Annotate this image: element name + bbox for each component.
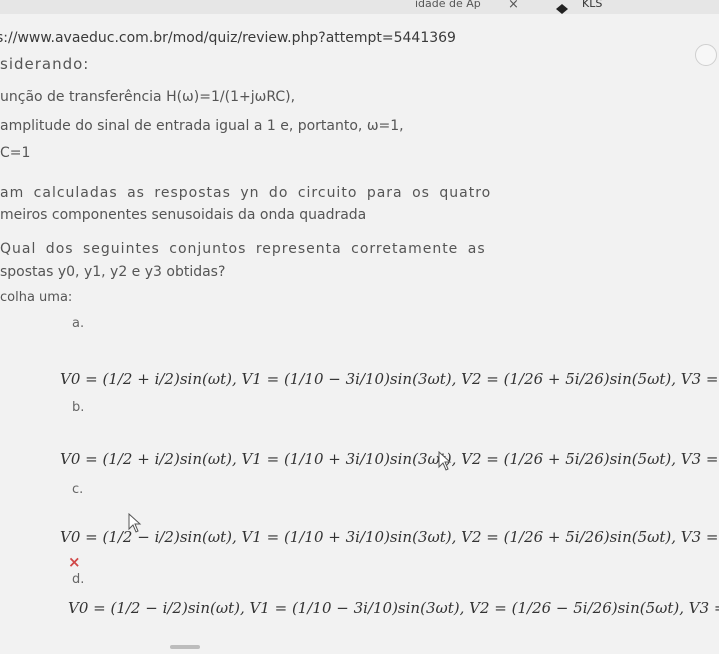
browser-tab-strip: idade de Ap × KLS [0,0,719,14]
horizontal-scrollbar[interactable] [170,645,200,649]
option-d-formula[interactable]: V0 = (1/2 − i/2)sin(ωt), V1 = (1/10 − 3i… [68,599,719,617]
option-c-label[interactable]: c. [72,482,83,497]
question-text-line: meiros componentes senusoidais da onda q… [0,207,367,223]
question-text-line: spostas y0, y1, y2 e y3 obtidas? [0,264,226,280]
tab-title-fragment[interactable]: idade de Ap [415,0,481,10]
option-a-formula[interactable]: V0 = (1/2 + i/2)sin(ωt), V1 = (1/10 − 3i… [60,370,719,388]
question-text-line: Qual dos seguintes conjuntos representa … [0,241,486,257]
reload-icon[interactable] [695,44,717,66]
mouse-pointer-icon [128,512,142,537]
transfer-function-text: unção de transferência H(ω)=1/(1+jωRC), [0,89,296,105]
choose-one-label: colha uma: [0,290,73,305]
tab2-title[interactable]: KLS [582,0,602,10]
tab-favicon-icon [555,0,569,19]
capacitance-text: C=1 [0,145,31,161]
mouse-pointer-icon [438,450,452,475]
question-intro: siderando: [0,55,90,73]
tab-close-icon[interactable]: × [508,0,519,12]
address-bar[interactable]: s://www.avaeduc.com.br/mod/quiz/review.p… [0,28,719,50]
option-b-label[interactable]: b. [72,400,84,415]
option-c-formula[interactable]: V0 = (1/2 − i/2)sin(ωt), V1 = (1/10 + 3i… [60,528,719,546]
url-text: s://www.avaeduc.com.br/mod/quiz/review.p… [0,30,456,46]
option-a-label[interactable]: a. [72,316,84,331]
option-d-label[interactable]: d. [72,572,84,587]
question-text-line: am calculadas as respostas yn do circuit… [0,185,492,201]
amplitude-text: amplitude do sinal de entrada igual a 1 … [0,118,404,134]
option-b-formula[interactable]: V0 = (1/2 + i/2)sin(ωt), V1 = (1/10 + 3i… [60,450,719,468]
incorrect-mark-icon: × [68,553,81,571]
